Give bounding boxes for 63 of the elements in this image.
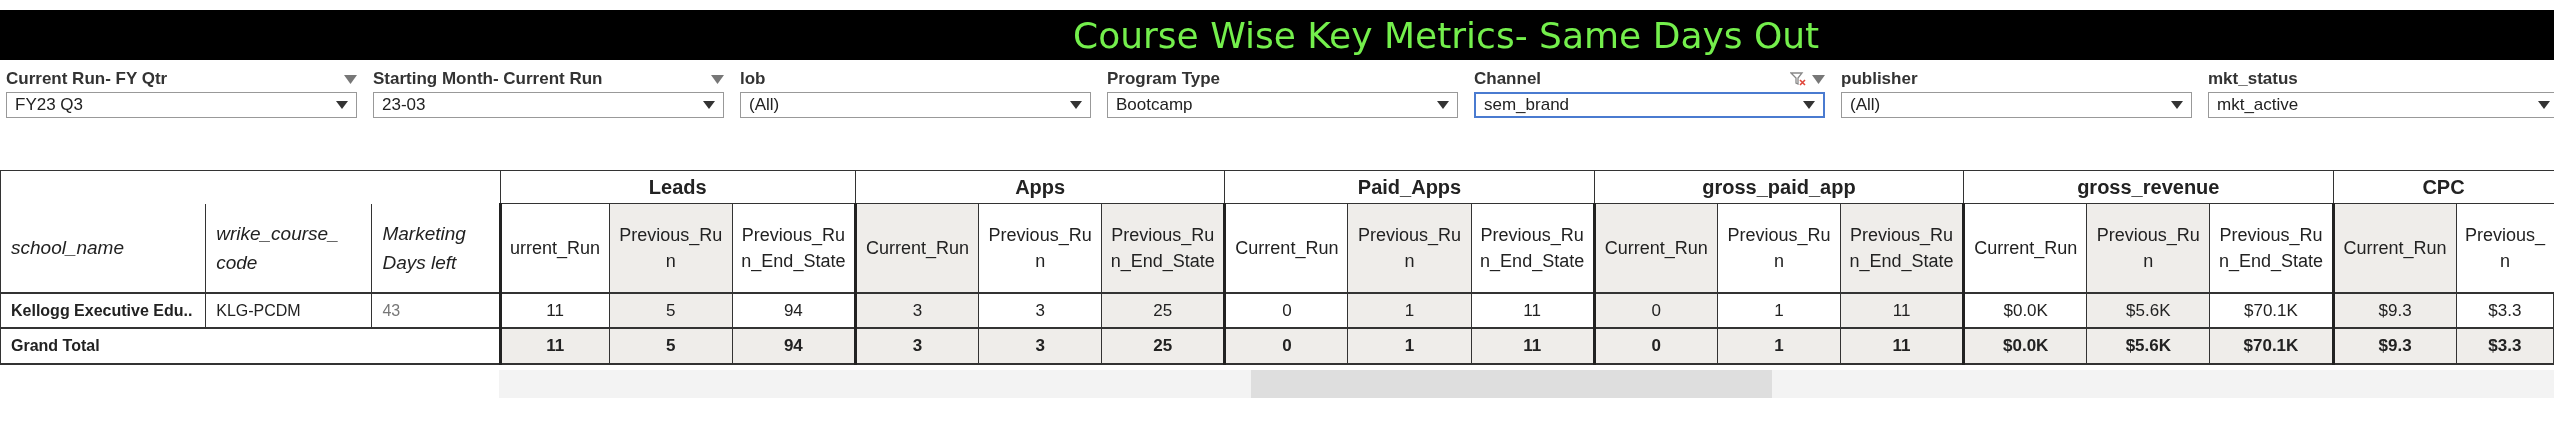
group-header: Apps	[855, 170, 1225, 204]
caret-icon[interactable]	[1812, 74, 1825, 84]
dropdown[interactable]: 23-03	[373, 92, 724, 118]
caret-icon[interactable]	[344, 74, 357, 84]
table-cell: $9.3	[2333, 328, 2457, 364]
group-header: gross_paid_app	[1594, 170, 1964, 204]
dropdown[interactable]: (All)	[740, 92, 1091, 118]
column-header: Previous_ n	[2456, 203, 2554, 293]
group-header: CPC	[2333, 170, 2554, 204]
row-header-title: school_name	[0, 203, 206, 293]
table-cell: 5	[609, 328, 733, 364]
table-cell: 11	[500, 328, 610, 364]
dropdown-caret-icon	[336, 101, 348, 109]
row-header-title: wrike_course_ code	[205, 203, 372, 293]
table-cell: 1	[1717, 328, 1841, 364]
dropdown[interactable]: FY23 Q3	[6, 92, 357, 118]
table-cell: 11	[1471, 328, 1595, 364]
filter-label: publisher	[1841, 69, 1919, 89]
dropdown[interactable]: (All)	[1841, 92, 2192, 118]
table-cell: $5.6K	[2086, 328, 2210, 364]
dropdown-caret-icon	[2171, 101, 2183, 109]
dropdown[interactable]: sem_brand	[1474, 92, 1825, 118]
table-cell: 0	[1224, 328, 1348, 364]
column-header: Previous_Ru n	[609, 203, 733, 293]
table-cell: Kellogg Executive Edu..	[0, 293, 206, 328]
table-cell: 94	[732, 328, 856, 364]
filter-label: mkt_status	[2208, 69, 2299, 89]
dashboard-title: Course Wise Key Metrics- Same Days Out	[1073, 14, 1820, 56]
dropdown-caret-icon	[1437, 101, 1449, 109]
filter-label: Starting Month- Current Run	[373, 69, 604, 89]
table-cell: $70.1K	[2209, 328, 2333, 364]
table-cell: 0	[1594, 328, 1718, 364]
filter-label: Channel	[1474, 69, 1543, 89]
clear-filter-icon[interactable]	[1790, 72, 1806, 86]
column-header: Previous_Ru n_End_State	[1840, 203, 1964, 293]
column-header: Previous_Ru n_End_State	[1101, 203, 1225, 293]
filter-label: Current Run- FY Qtr	[6, 69, 169, 89]
table-cell: $0.0K	[1963, 328, 2087, 364]
column-header: Current_Run	[2333, 203, 2457, 293]
table-cell: 11	[1840, 328, 1964, 364]
caret-icon[interactable]	[711, 74, 724, 84]
group-header: Leads	[500, 170, 856, 204]
dropdown-caret-icon	[1803, 101, 1815, 109]
filter-label: Program Type	[1107, 69, 1222, 89]
dropdown[interactable]: mkt_active	[2208, 92, 2554, 118]
table-cell: 3	[855, 328, 979, 364]
dropdown-caret-icon	[1070, 101, 1082, 109]
row-label: Grand Total	[0, 328, 501, 364]
column-header: Previous_Ru n	[2086, 203, 2210, 293]
table-cell: $3.3	[2456, 328, 2554, 364]
dropdown-caret-icon	[2538, 101, 2550, 109]
column-header: Current_Run	[855, 203, 979, 293]
group-header: Paid_Apps	[1224, 170, 1595, 204]
table-cell: 1	[1347, 328, 1472, 364]
dropdown[interactable]: Bootcamp	[1107, 92, 1458, 118]
table-cell: 3	[978, 328, 1102, 364]
filter-label: lob	[740, 69, 767, 89]
column-header: Previous_Ru n	[1347, 203, 1472, 293]
column-header: Current_Run	[1594, 203, 1718, 293]
table-cell: 25	[1101, 328, 1225, 364]
dropdown-caret-icon	[703, 101, 715, 109]
horizontal-scrollbar[interactable]	[499, 370, 2554, 398]
group-header: gross_revenue	[1963, 170, 2333, 204]
